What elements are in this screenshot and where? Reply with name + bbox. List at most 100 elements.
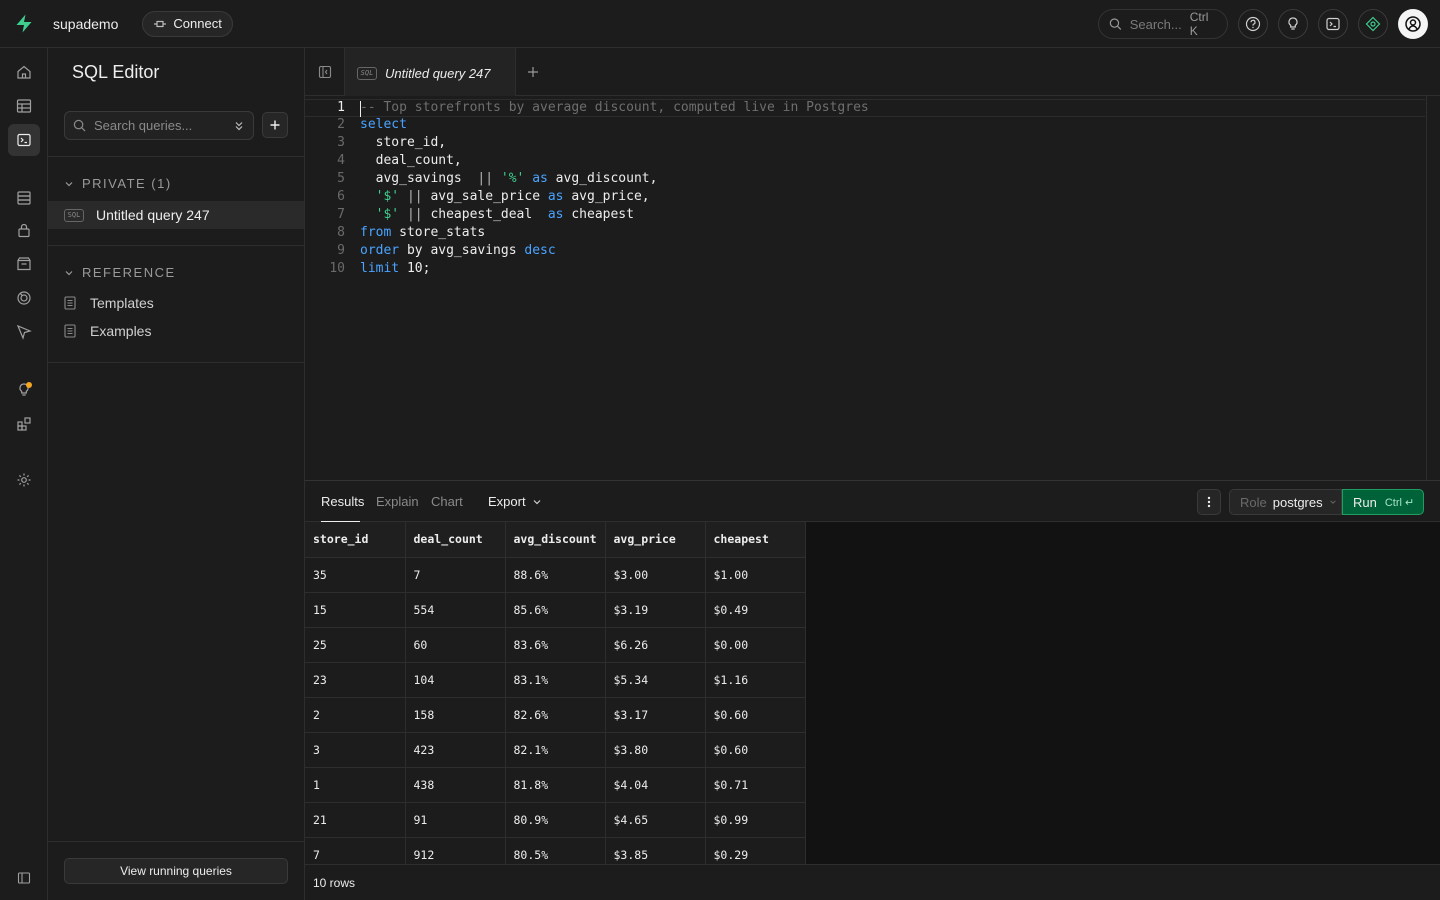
global-search[interactable]: Search... Ctrl K	[1098, 9, 1228, 39]
table-cell[interactable]: $3.85	[605, 837, 706, 864]
private-section-header[interactable]: PRIVATE (1)	[64, 176, 172, 191]
advisors-nav[interactable]	[8, 374, 40, 406]
table-cell[interactable]: $6.26	[605, 627, 706, 663]
more-options-button[interactable]	[1197, 489, 1221, 515]
terminal-button[interactable]	[1318, 9, 1348, 39]
column-header[interactable]: avg_price	[605, 522, 706, 558]
chevrons-down-icon[interactable]	[233, 120, 245, 132]
table-cell[interactable]: $0.49	[705, 592, 806, 628]
column-header[interactable]: cheapest	[705, 522, 806, 558]
table-row[interactable]: 15 554 85.6% $3.19 $0.49	[305, 592, 806, 628]
table-cell[interactable]: 104	[405, 662, 506, 698]
table-cell[interactable]: 88.6%	[505, 557, 606, 593]
supabase-logo-icon[interactable]	[0, 0, 48, 48]
export-dropdown[interactable]: Export	[488, 494, 542, 509]
column-header[interactable]: store_id	[305, 522, 406, 558]
settings-nav[interactable]	[8, 464, 40, 496]
code-line[interactable]: 9 order by avg_savings desc	[305, 243, 1425, 261]
column-header[interactable]: deal_count	[405, 522, 506, 558]
table-cell[interactable]: $3.80	[605, 732, 706, 768]
table-cell[interactable]: 80.9%	[505, 802, 606, 838]
tab-chart[interactable]: Chart	[431, 494, 463, 509]
advisor-button[interactable]	[1278, 9, 1308, 39]
collapse-rail-button[interactable]	[8, 862, 40, 894]
reference-item-templates[interactable]: Templates	[64, 295, 154, 311]
view-running-queries-button[interactable]: View running queries	[64, 858, 288, 884]
table-cell[interactable]: 423	[405, 732, 506, 768]
table-cell[interactable]: 15	[305, 592, 406, 628]
code-line[interactable]: 3 store_id,	[305, 135, 1425, 153]
help-button[interactable]	[1238, 9, 1268, 39]
table-cell[interactable]: 2	[305, 697, 406, 733]
table-row[interactable]: 2 158 82.6% $3.17 $0.60	[305, 697, 806, 733]
table-row[interactable]: 3 423 82.1% $3.80 $0.60	[305, 732, 806, 768]
table-row[interactable]: 1 438 81.8% $4.04 $0.71	[305, 767, 806, 803]
new-query-button[interactable]	[262, 112, 288, 138]
tab-untitled-query-247[interactable]: SQL Untitled query 247	[345, 48, 516, 97]
user-avatar[interactable]	[1398, 9, 1428, 39]
table-cell[interactable]: 25	[305, 627, 406, 663]
reference-section-header[interactable]: REFERENCE	[64, 265, 176, 280]
table-cell[interactable]: 438	[405, 767, 506, 803]
storage-nav[interactable]	[8, 248, 40, 280]
code-line[interactable]: 1 -- Top storefronts by average discount,…	[305, 99, 1425, 117]
table-cell[interactable]: 81.8%	[505, 767, 606, 803]
sql-editor-nav[interactable]	[8, 124, 40, 156]
table-row[interactable]: 7 912 80.5% $3.85 $0.29	[305, 837, 806, 864]
table-cell[interactable]: $0.29	[705, 837, 806, 864]
table-cell[interactable]: 23	[305, 662, 406, 698]
code-line[interactable]: 4 deal_count,	[305, 153, 1425, 171]
table-row[interactable]: 21 91 80.9% $4.65 $0.99	[305, 802, 806, 838]
database-nav[interactable]	[8, 182, 40, 214]
code-line[interactable]: 2 select	[305, 117, 1425, 135]
table-cell[interactable]: $4.04	[605, 767, 706, 803]
code-line[interactable]: 7 '$' || cheapest_deal as cheapest	[305, 207, 1425, 225]
table-cell[interactable]: 82.6%	[505, 697, 606, 733]
table-cell[interactable]: 912	[405, 837, 506, 864]
table-cell[interactable]: 3	[305, 732, 406, 768]
table-cell[interactable]: 7	[405, 557, 506, 593]
code-line[interactable]: 10 limit 10;	[305, 261, 1425, 279]
table-cell[interactable]: 83.1%	[505, 662, 606, 698]
table-cell[interactable]: 7	[305, 837, 406, 864]
table-cell[interactable]: 60	[405, 627, 506, 663]
table-row[interactable]: 25 60 83.6% $6.26 $0.00	[305, 627, 806, 663]
table-cell[interactable]: 91	[405, 802, 506, 838]
table-cell[interactable]: $5.34	[605, 662, 706, 698]
table-cell[interactable]: $4.65	[605, 802, 706, 838]
project-name[interactable]: supademo	[53, 16, 118, 32]
editor-scrollbar[interactable]	[1426, 96, 1427, 480]
query-item-untitled-247[interactable]: SQL Untitled query 247	[48, 201, 304, 229]
table-cell[interactable]: 82.1%	[505, 732, 606, 768]
sql-code-editor[interactable]: 1 -- Top storefronts by average discount,…	[305, 96, 1440, 480]
table-cell[interactable]: $0.60	[705, 732, 806, 768]
code-line[interactable]: 5 avg_savings || '%' as avg_discount,	[305, 171, 1425, 189]
table-cell[interactable]: $3.17	[605, 697, 706, 733]
table-cell[interactable]: 554	[405, 592, 506, 628]
new-tab-button[interactable]	[527, 62, 539, 83]
tab-explain[interactable]: Explain	[376, 494, 419, 509]
run-button[interactable]: Run Ctrl ↵	[1342, 489, 1424, 515]
column-header[interactable]: avg_discount	[505, 522, 606, 558]
query-search-input[interactable]: Search queries...	[64, 111, 254, 140]
table-cell[interactable]: 80.5%	[505, 837, 606, 864]
code-line[interactable]: 6 '$' || avg_sale_price as avg_price,	[305, 189, 1425, 207]
table-cell[interactable]: $3.00	[605, 557, 706, 593]
table-cell[interactable]: $1.00	[705, 557, 806, 593]
code-line[interactable]: 8 from store_stats	[305, 225, 1425, 243]
integrations-nav[interactable]	[8, 408, 40, 440]
table-cell[interactable]: $0.00	[705, 627, 806, 663]
edge-functions-nav[interactable]	[8, 316, 40, 348]
home-nav[interactable]	[8, 56, 40, 88]
table-cell[interactable]: 85.6%	[505, 592, 606, 628]
connect-button[interactable]: Connect	[142, 10, 233, 37]
table-cell[interactable]: $0.99	[705, 802, 806, 838]
table-cell[interactable]: 1	[305, 767, 406, 803]
table-cell[interactable]: 21	[305, 802, 406, 838]
toggle-sidebar-button[interactable]	[305, 48, 345, 96]
auth-nav[interactable]	[8, 214, 40, 246]
role-selector[interactable]: Role postgres	[1229, 489, 1342, 515]
table-cell[interactable]: 35	[305, 557, 406, 593]
reference-item-examples[interactable]: Examples	[64, 323, 151, 339]
table-cell[interactable]: 83.6%	[505, 627, 606, 663]
